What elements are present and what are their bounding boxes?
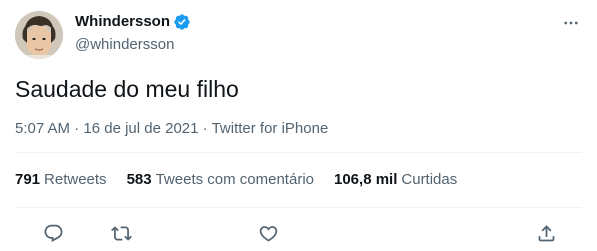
tweet-source[interactable]: Twitter for iPhone [212,120,329,137]
divider-top [15,152,582,153]
likes-stat[interactable]: 106,8 mil Curtidas [334,170,457,190]
tweet-meta: 5:07 AM · 16 de jul de 2021 · Twitter fo… [15,119,328,139]
retweet-button[interactable] [110,222,132,244]
retweets-label: Retweets [44,171,107,188]
tweet-actions [0,216,597,250]
share-button[interactable] [535,222,557,244]
tweet-date[interactable]: 16 de jul de 2021 [83,120,198,137]
share-icon [538,224,554,241]
retweets-stat[interactable]: 791 Retweets [15,170,107,190]
quotes-count: 583 [126,171,152,188]
likes-count: 106,8 mil [334,171,398,188]
tweet-time[interactable]: 5:07 AM [15,120,70,137]
author-name-row[interactable]: Whindersson [75,12,191,32]
verified-badge-icon [173,13,191,31]
avatar[interactable] [15,11,63,59]
reply-icon [44,224,62,242]
quotes-stat[interactable]: 583 Tweets com comentário [127,170,314,190]
more-icon [564,21,578,25]
like-button[interactable] [257,222,279,244]
tweet-text: Saudade do meu filho [15,76,239,102]
more-button[interactable] [558,10,584,36]
avatar-image [15,11,63,59]
meta-separator: · [74,120,80,137]
author-display-name[interactable]: Whindersson [75,12,170,32]
author-handle[interactable]: @whindersson [75,35,174,55]
quotes-label: Tweets com comentário [155,171,314,188]
likes-label: Curtidas [401,171,458,188]
meta-separator-2: · [202,120,208,137]
divider-bottom [15,207,582,208]
tweet-stats: 791 Retweets 583 Tweets com comentário 1… [15,170,477,190]
like-icon [259,225,277,242]
reply-button[interactable] [42,222,64,244]
retweet-icon [110,225,132,241]
retweets-count: 791 [15,171,41,188]
